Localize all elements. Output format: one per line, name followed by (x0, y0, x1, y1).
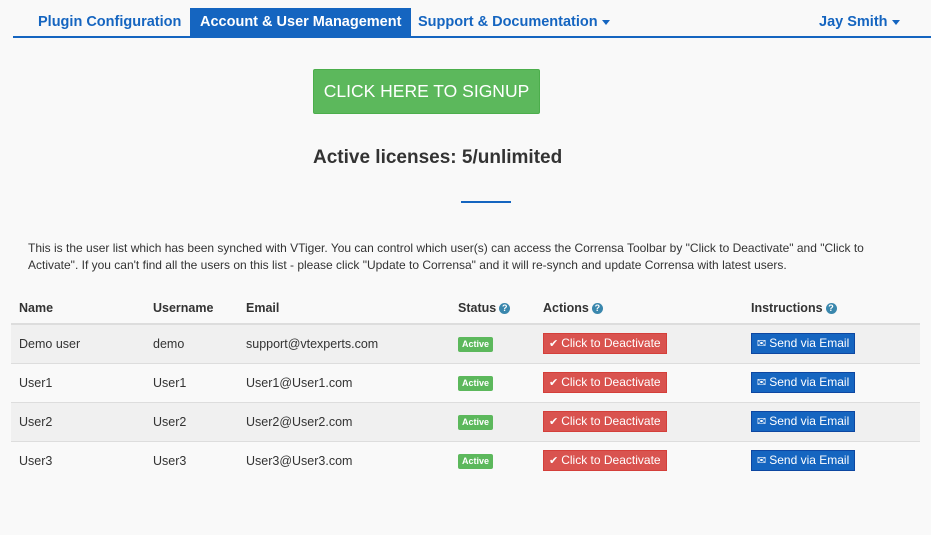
cell-username: User1 (145, 362, 238, 402)
table-row: User3 User3 User3@User3.com Active ✔ Clic… (11, 440, 920, 480)
question-circle-icon[interactable]: ? (499, 302, 511, 314)
header-status-label: Status (458, 300, 497, 315)
header-instructions: Instructions? (743, 292, 920, 325)
send-email-label: Send via Email (769, 375, 850, 389)
question-circle-icon[interactable]: ? (825, 302, 837, 314)
cell-username: User2 (145, 401, 238, 441)
deactivate-button[interactable]: ✔ Click to Deactivate (543, 450, 667, 472)
cell-instructions: ✉ Send via Email (743, 440, 920, 480)
user-name: Jay Smith (819, 14, 888, 30)
cell-name: User1 (11, 362, 145, 402)
cell-email: User2@User2.com (238, 401, 450, 441)
table-row: User1 User1 User1@User1.com Active ✔ Clic… (11, 362, 920, 402)
check-icon: ✔ (549, 455, 559, 468)
table-row: Demo user demo support@vtexperts.com Act… (11, 323, 920, 363)
deactivate-label: Click to Deactivate (561, 336, 661, 351)
top-nav: Plugin Configuration Account & User Mana… (13, 8, 931, 38)
tab-label: Plugin Configuration (38, 14, 182, 30)
cell-name: User3 (11, 440, 145, 480)
tab-plugin-configuration[interactable]: Plugin Configuration (38, 8, 181, 36)
caret-down-icon (601, 19, 610, 25)
deactivate-label: Click to Deactivate (561, 453, 661, 468)
user-menu[interactable]: Jay Smith (819, 8, 900, 36)
deactivate-label: Click to Deactivate (561, 375, 661, 389)
user-list-description: This is the user list which has been syn… (28, 241, 864, 272)
send-email-button[interactable]: ✉ Send via Email (751, 450, 856, 472)
send-email-label: Send via Email (769, 453, 850, 468)
deactivate-button[interactable]: ✔ Click to Deactivate (543, 411, 667, 432)
header-email: Email (238, 292, 450, 325)
deactivate-button[interactable]: ✔ Click to Deactivate (543, 333, 667, 355)
tab-account-user-management[interactable]: Account & User Management (190, 8, 412, 36)
cell-actions: ✔ Click to Deactivate (535, 401, 743, 441)
check-icon: ✔ (549, 416, 559, 428)
cell-username: User3 (145, 440, 238, 480)
cell-name: Demo user (11, 323, 145, 363)
cell-status: Active (450, 323, 535, 363)
divider (461, 201, 511, 203)
header-actions: Actions? (535, 292, 743, 325)
deactivate-button[interactable]: ✔ Click to Deactivate (543, 372, 667, 393)
caret-down-icon (891, 19, 900, 25)
check-icon: ✔ (549, 377, 559, 389)
header-status: Status? (450, 292, 535, 325)
cell-email: User3@User3.com (238, 440, 450, 480)
cell-instructions: ✉ Send via Email (743, 362, 920, 402)
cell-email: User1@User1.com (238, 362, 450, 402)
cell-actions: ✔ Click to Deactivate (535, 440, 743, 480)
table-row: User2 User2 User2@User2.com Active ✔ Clic… (11, 401, 920, 441)
cell-instructions: ✉ Send via Email (743, 401, 920, 441)
status-badge: Active (458, 453, 494, 469)
send-email-label: Send via Email (769, 414, 850, 428)
envelope-icon: ✉ (757, 416, 767, 428)
header-instructions-label: Instructions (751, 300, 823, 315)
status-badge: Active (458, 414, 494, 430)
tab-label: Support & Documentation (418, 14, 598, 30)
user-table: Name Username Email Status? Actions? Ins… (11, 292, 920, 480)
envelope-icon: ✉ (757, 338, 767, 351)
send-email-label: Send via Email (769, 336, 850, 351)
cell-status: Active (450, 440, 535, 480)
check-icon: ✔ (549, 338, 559, 351)
send-email-button[interactable]: ✉ Send via Email (751, 372, 856, 393)
cell-status: Active (450, 401, 535, 441)
signup-button[interactable]: CLICK HERE TO SIGNUP (313, 69, 540, 114)
question-circle-icon[interactable]: ? (591, 302, 603, 314)
header-name: Name (11, 292, 145, 325)
cell-name: User2 (11, 401, 145, 441)
header-username: Username (145, 292, 238, 325)
cell-actions: ✔ Click to Deactivate (535, 362, 743, 402)
deactivate-label: Click to Deactivate (561, 414, 661, 428)
envelope-icon: ✉ (757, 455, 767, 468)
tab-support-documentation[interactable]: Support & Documentation (418, 8, 610, 36)
cell-actions: ✔ Click to Deactivate (535, 323, 743, 363)
envelope-icon: ✉ (757, 377, 767, 389)
active-licenses-heading: Active licenses: 5/unlimited (313, 147, 563, 168)
cell-status: Active (450, 362, 535, 402)
status-badge: Active (458, 336, 494, 352)
table-header-row: Name Username Email Status? Actions? Ins… (11, 292, 920, 325)
tab-label: Account & User Management (200, 14, 402, 30)
send-email-button[interactable]: ✉ Send via Email (751, 333, 856, 355)
status-badge: Active (458, 375, 494, 391)
cell-instructions: ✉ Send via Email (743, 323, 920, 363)
cell-email: support@vtexperts.com (238, 323, 450, 363)
cell-username: demo (145, 323, 238, 363)
header-actions-label: Actions (543, 300, 589, 315)
send-email-button[interactable]: ✉ Send via Email (751, 411, 856, 432)
